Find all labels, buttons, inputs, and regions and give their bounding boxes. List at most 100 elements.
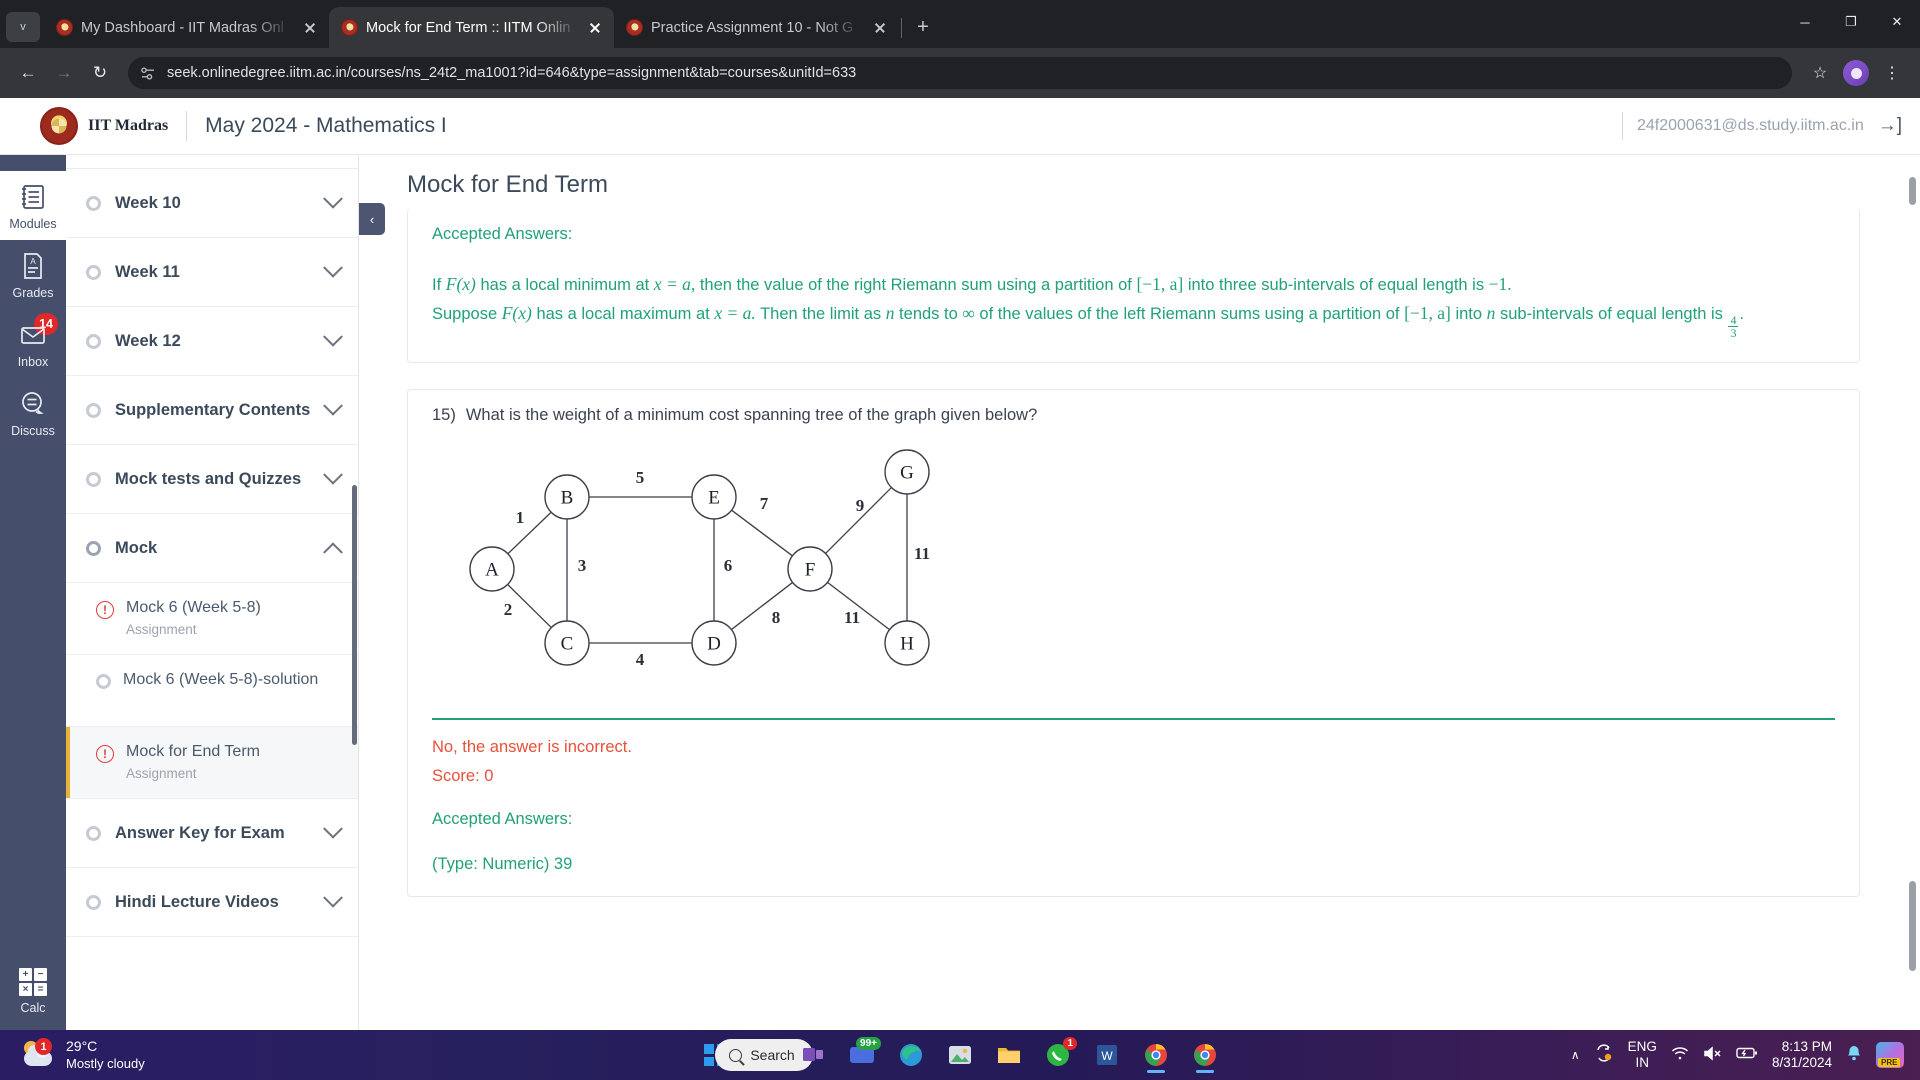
unit-status-icon [86, 825, 101, 841]
math-fraction-four-thirds: 43 [1728, 314, 1739, 340]
profile-avatar[interactable] [1840, 57, 1872, 89]
math-interval: [−1, a] [1136, 274, 1184, 294]
browser-tab-2[interactable]: Practice Assignment 10 - Not G [614, 7, 899, 48]
weather-widget[interactable]: 1 29°C Mostly cloudy [0, 1038, 145, 1072]
tab-title: Practice Assignment 10 - Not G [651, 19, 854, 36]
chevron-down-icon [323, 464, 343, 485]
edge-weight-CD: 4 [636, 650, 645, 669]
copilot-preview-icon[interactable] [1876, 1042, 1904, 1068]
graph-edge-AC [507, 583, 552, 628]
reload-icon[interactable]: ↻ [84, 57, 116, 89]
photos-button[interactable] [939, 1034, 981, 1076]
browser-tab-0[interactable]: My Dashboard - IIT Madras Onl [44, 7, 329, 48]
sidebar-unit-week-12[interactable]: Week 12 [66, 307, 358, 376]
sidebar-item-inbox[interactable]: 14 Inbox [0, 309, 66, 378]
accepted-answers-label: Accepted Answers: [432, 809, 573, 828]
weather-badge: 1 [35, 1038, 52, 1055]
clock[interactable]: 8:13 PM 8/31/2024 [1772, 1039, 1832, 1071]
tab-title: My Dashboard - IIT Madras Onl [81, 19, 284, 36]
show-hidden-icons-icon[interactable]: ∧ [1571, 1048, 1580, 1062]
edge-weight-EF: 7 [760, 494, 769, 513]
search-button[interactable]: Search [715, 1034, 813, 1076]
tab-search-button[interactable]: v [6, 12, 40, 42]
file-explorer-button[interactable] [988, 1034, 1030, 1076]
chevron-down-icon [323, 188, 343, 209]
inbox-icon [18, 320, 48, 350]
taskview-button[interactable] [792, 1034, 834, 1076]
math-value: −1. [1488, 274, 1512, 294]
alert-icon: ! [96, 601, 114, 619]
sidebar-item-discuss[interactable]: Discuss [0, 378, 66, 447]
new-tab-button[interactable]: + [908, 12, 938, 42]
unit-status-icon [86, 540, 101, 556]
bookmark-icon[interactable]: ☆ [1804, 57, 1836, 89]
tab-close-icon[interactable] [586, 19, 604, 37]
word-button[interactable]: W [1086, 1034, 1128, 1076]
browser-tab-1[interactable]: Mock for End Term :: IITM Onlin [329, 7, 614, 48]
sidebar-unit-supplementary-contents[interactable]: Supplementary Contents [66, 376, 358, 445]
minimize-button[interactable]: ─ [1782, 0, 1828, 44]
chevron-down-icon [323, 887, 343, 908]
maximize-button[interactable]: ❐ [1828, 0, 1874, 44]
list-item-mock-for-end-term[interactable]: ! Mock for End Term Assignment [66, 727, 358, 799]
site-settings-icon[interactable] [140, 66, 157, 81]
content-scrollbar-top[interactable] [1909, 177, 1916, 205]
math-infinity: ∞ [962, 302, 975, 323]
sidebar-item-grades[interactable]: A Grades [0, 240, 66, 309]
graph-node-label-C: C [561, 633, 574, 654]
discuss-icon [18, 389, 48, 419]
tab-favicon [341, 19, 358, 36]
teams-badge: 99+ [856, 1037, 881, 1050]
edge-weight-GH: 11 [914, 544, 930, 563]
unit-label: Supplementary Contents [115, 400, 311, 419]
sync-icon[interactable] [1594, 1044, 1614, 1066]
browser-toolbar: ← → ↻ seek.onlinedegree.iitm.ac.in/cours… [0, 48, 1920, 98]
address-bar[interactable]: seek.onlinedegree.iitm.ac.in/courses/ns_… [128, 57, 1792, 89]
back-icon[interactable]: ← [12, 57, 44, 89]
url-text: seek.onlinedegree.iitm.ac.in/courses/ns_… [167, 65, 857, 81]
browser-menu-icon[interactable]: ⋮ [1876, 57, 1908, 89]
tab-close-icon[interactable] [871, 19, 889, 37]
forward-icon[interactable]: → [48, 57, 80, 89]
volume-muted-icon[interactable] [1703, 1045, 1722, 1065]
sidebar-unit-answer-key-for-exam[interactable]: Answer Key for Exam [66, 799, 358, 868]
list-item[interactable]: Mock 6 (Week 5-8)-solution [66, 655, 358, 727]
edge-weight-BC: 3 [578, 556, 587, 575]
logout-icon[interactable]: →] [1878, 115, 1902, 137]
unit-status-icon [86, 471, 101, 487]
close-window-button[interactable]: ✕ [1874, 0, 1920, 44]
unit-label: Mock [115, 538, 158, 557]
header-divider [186, 111, 188, 141]
edge-button[interactable] [890, 1034, 932, 1076]
unit-status-icon [86, 402, 101, 418]
list-item[interactable]: ! Mock 6 (Week 5-8) Assignment [66, 583, 358, 655]
battery-charging-icon[interactable] [1736, 1046, 1758, 1064]
graph-node-label-D: D [707, 633, 721, 654]
sidebar-unit-week-11[interactable]: Week 11 [66, 238, 358, 307]
sidebar-item-calc[interactable]: + − × = Calc [0, 957, 66, 1024]
sidebar-unit-week-10[interactable]: Week 10 [66, 169, 358, 238]
wifi-icon[interactable] [1671, 1046, 1689, 1065]
chrome-second-window-button[interactable] [1184, 1034, 1226, 1076]
math-x-equals-a: x = a. [714, 302, 756, 323]
chrome-button[interactable] [1135, 1034, 1177, 1076]
sidebar-scrollbar[interactable] [352, 485, 357, 745]
tab-favicon [56, 19, 73, 36]
graph-node-label-H: H [900, 633, 914, 654]
content-scrollbar-thumb[interactable] [1909, 881, 1916, 971]
tab-close-icon[interactable] [301, 19, 319, 37]
sidebar-item-modules[interactable]: Modules [0, 171, 66, 240]
collapse-sidebar-button[interactable]: ‹ [359, 203, 385, 235]
teams-button[interactable]: 99+ [841, 1034, 883, 1076]
question-text: What is the weight of a minimum cost spa… [465, 405, 1038, 424]
sidebar-unit-mock-tests-and-quizzes[interactable]: Mock tests and Quizzes [66, 445, 358, 514]
whatsapp-button[interactable]: 1 [1037, 1034, 1079, 1076]
graph-node-label-E: E [708, 487, 720, 508]
edge-weight-FG: 9 [856, 496, 865, 515]
edge-weight-AB: 1 [516, 508, 525, 527]
weather-icon: 1 [22, 1038, 56, 1070]
sidebar-unit-hindi-lecture-videos[interactable]: Hindi Lecture Videos [66, 868, 358, 937]
sidebar-unit-mock[interactable]: Mock [66, 514, 358, 583]
notification-bell-icon[interactable] [1846, 1045, 1862, 1066]
language-indicator[interactable]: ENG IN [1628, 1039, 1657, 1070]
